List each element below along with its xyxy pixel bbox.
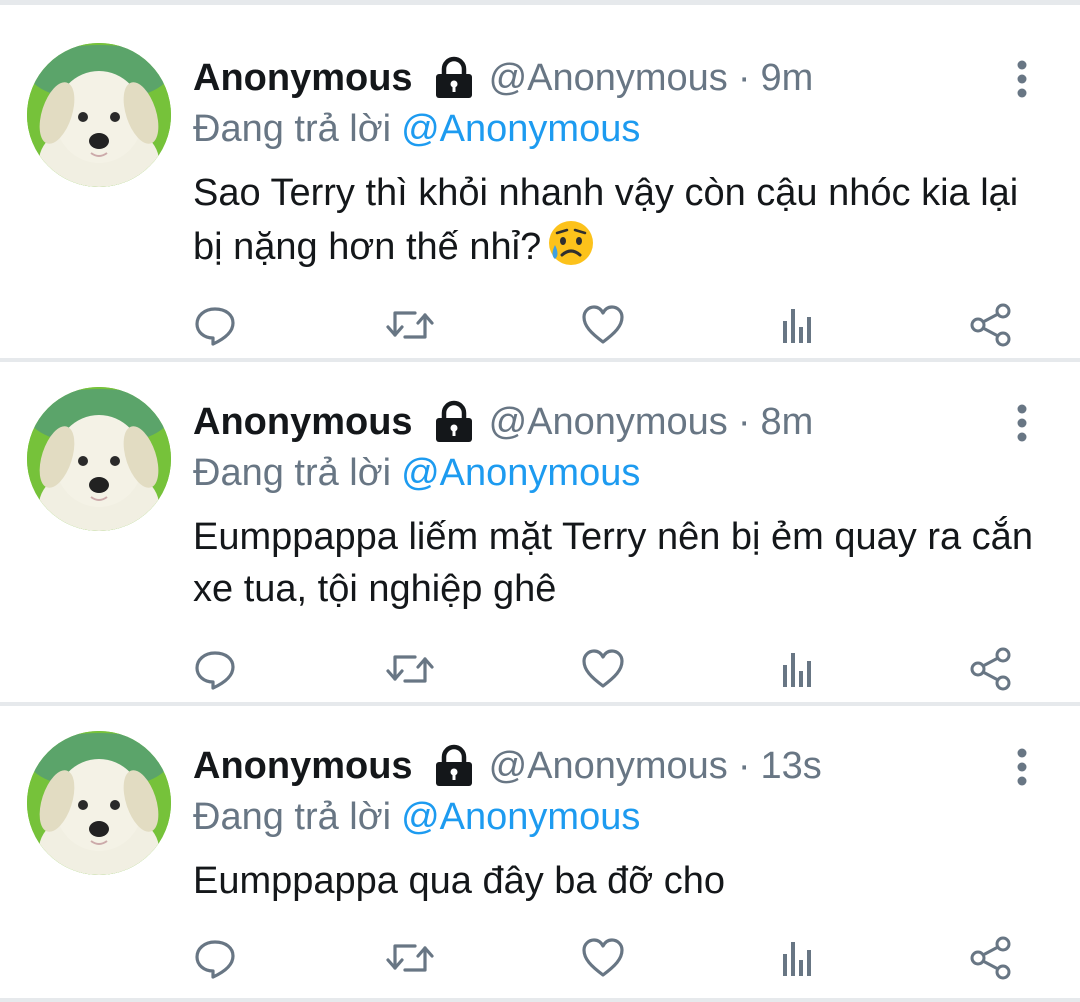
tweet-actions <box>0 300 1080 350</box>
replying-to: Đang trả lời @Anonymous <box>193 791 640 843</box>
lock-icon <box>433 744 475 788</box>
tweet-text: Eumppappa qua đây ba đỡ cho <box>193 860 725 902</box>
lock-icon <box>433 400 475 444</box>
avatar[interactable] <box>27 387 171 531</box>
tweet-text-content: Sao Terry thì khỏi nhanh vậy còn cậu nhó… <box>193 172 1019 268</box>
timestamp[interactable]: 9m <box>760 57 813 100</box>
user-handle[interactable]: @Anonymous <box>489 401 728 444</box>
retweet-icon[interactable] <box>385 644 435 694</box>
separator-dot: · <box>737 56 751 99</box>
user-handle[interactable]: @Anonymous <box>489 745 728 788</box>
analytics-icon[interactable] <box>772 933 822 983</box>
replying-to: Đang trả lời @Anonymous <box>193 447 640 499</box>
tweet-header: Anonymous @Anonymous · 9m <box>193 49 813 107</box>
tweet[interactable]: Anonymous @Anonymous · 13s Đang trả lời <box>0 693 1080 1002</box>
separator-dot: · <box>737 400 751 443</box>
tweet-text: Sao Terry thì khỏi nhanh vậy còn cậu nhó… <box>193 167 1053 273</box>
tweet[interactable]: Anonymous @Anonymous · 9m Đang trả lời @… <box>0 5 1080 362</box>
reply-icon[interactable] <box>190 644 240 694</box>
display-name[interactable]: Anonymous <box>193 401 413 444</box>
retweet-icon[interactable] <box>385 933 435 983</box>
tweet-text: Eumppappa liếm mặt Terry nên bị ẻm quay … <box>193 516 1033 610</box>
tweet-actions <box>0 644 1080 694</box>
sad-but-relieved-face-emoji <box>547 219 595 267</box>
like-icon[interactable] <box>578 644 628 694</box>
reply-target-link[interactable]: @Anonymous <box>401 452 640 495</box>
user-handle[interactable]: @Anonymous <box>489 57 728 100</box>
reply-prefix: Đang trả lời <box>193 451 392 494</box>
timestamp[interactable]: 8m <box>760 401 813 444</box>
lock-icon <box>433 56 475 100</box>
separator-dot: · <box>737 744 751 787</box>
display-name[interactable]: Anonymous <box>193 57 413 100</box>
share-icon[interactable] <box>966 644 1016 694</box>
more-options-icon[interactable] <box>1008 747 1036 787</box>
tweet-feed: Anonymous @Anonymous · 9m Đang trả lời @… <box>0 0 1080 1002</box>
share-icon[interactable] <box>966 933 1016 983</box>
like-icon[interactable] <box>578 300 628 350</box>
reply-prefix: Đang trả lời <box>193 107 392 150</box>
tweet[interactable]: Anonymous @Anonymous · 8m Đang trả lời @… <box>0 349 1080 706</box>
divider <box>0 998 1080 1002</box>
like-icon[interactable] <box>578 933 628 983</box>
more-options-icon[interactable] <box>1008 403 1036 443</box>
timestamp[interactable]: 13s <box>760 745 821 788</box>
retweet-icon[interactable] <box>385 300 435 350</box>
analytics-icon[interactable] <box>772 644 822 694</box>
reply-target-link[interactable]: @Anonymous <box>401 108 640 151</box>
avatar[interactable] <box>27 731 171 875</box>
more-options-icon[interactable] <box>1008 59 1036 99</box>
reply-icon[interactable] <box>190 933 240 983</box>
tweet-actions <box>0 933 1080 983</box>
avatar[interactable] <box>27 43 171 187</box>
replying-to: Đang trả lời @Anonymous <box>193 103 640 155</box>
display-name[interactable]: Anonymous <box>193 745 413 788</box>
reply-icon[interactable] <box>190 300 240 350</box>
tweet-header: Anonymous @Anonymous · 13s <box>193 737 822 795</box>
analytics-icon[interactable] <box>772 300 822 350</box>
tweet-header: Anonymous @Anonymous · 8m <box>193 393 813 451</box>
share-icon[interactable] <box>966 300 1016 350</box>
reply-prefix: Đang trả lời <box>193 795 392 838</box>
reply-target-link[interactable]: @Anonymous <box>401 796 640 839</box>
